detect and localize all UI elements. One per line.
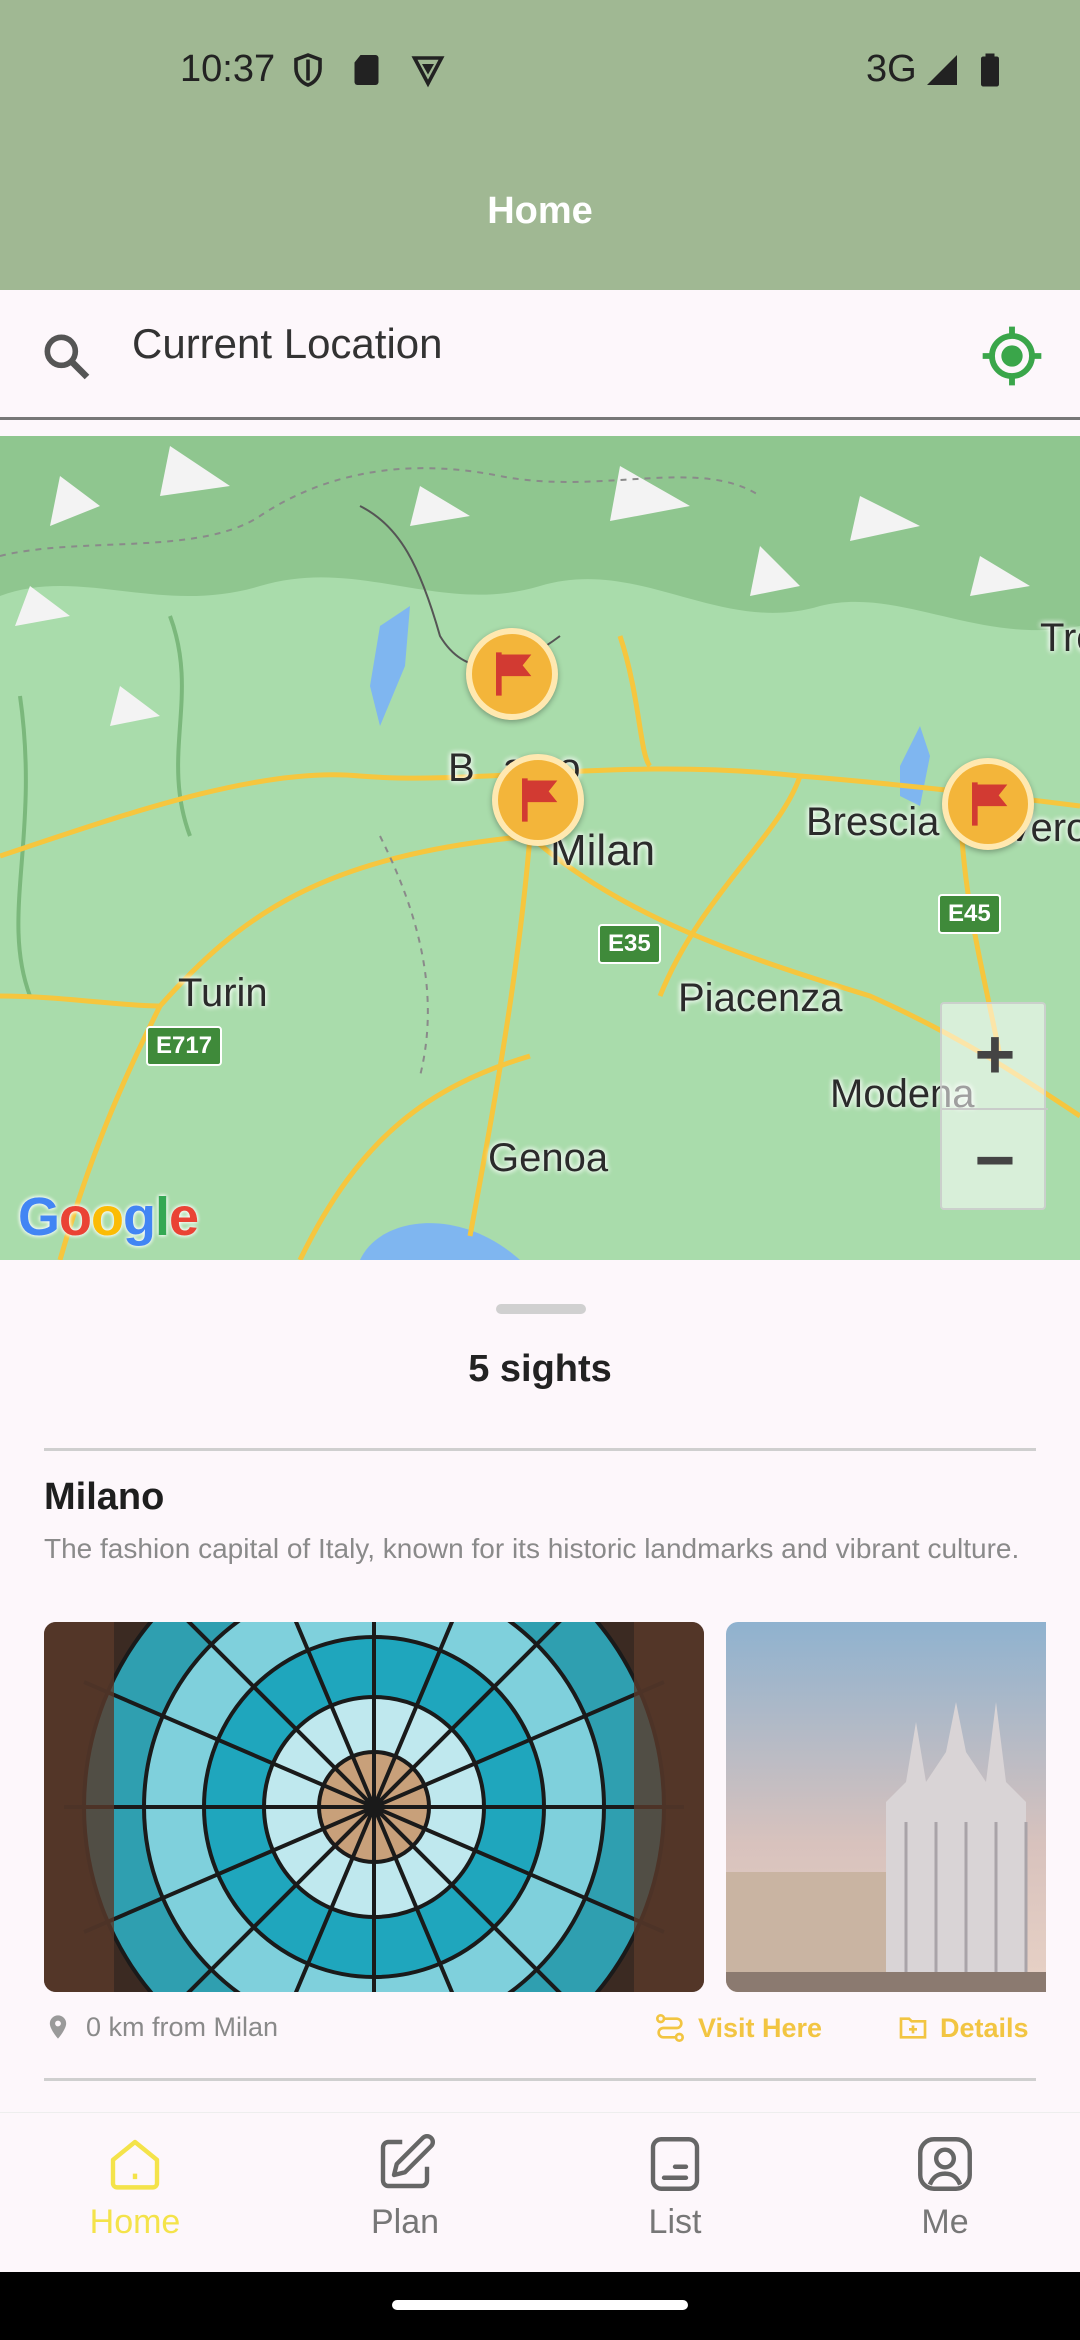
signal-icon: [927, 55, 957, 85]
home-indicator[interactable]: [392, 2300, 688, 2310]
duomo-photo[interactable]: [726, 1622, 1046, 1992]
profile-icon: [918, 2137, 972, 2191]
divider: [44, 2078, 1036, 2081]
sight-description: The fashion capital of Italy, known for …: [44, 1533, 1020, 1564]
sight-pin[interactable]: [942, 758, 1034, 850]
network-type: 3G: [866, 48, 917, 90]
road-badge-e45: E45: [938, 894, 1001, 934]
tab-label: Home: [89, 2203, 181, 2241]
route-icon: [656, 2014, 684, 2042]
visit-here-button[interactable]: Visit Here: [654, 2012, 822, 2044]
map-label-genoa: Genoa: [488, 1136, 609, 1180]
map-label-trento: Tre: [1040, 616, 1080, 660]
tab-list[interactable]: List: [540, 2131, 810, 2271]
sights-count: 5 sights: [468, 1348, 612, 1390]
galleria-dome-photo[interactable]: [44, 1622, 704, 1992]
zoom-out-button[interactable]: −: [942, 1108, 1048, 1212]
sd-card-icon: [354, 55, 379, 85]
list-icon: [650, 2137, 700, 2191]
road-badge-e717: E717: [146, 1026, 223, 1066]
map-label-turin: Turin: [178, 971, 268, 1015]
status-bar: 10:37 3G: [0, 0, 1080, 140]
zoom-controls: + −: [940, 1002, 1048, 1212]
flag-icon: [496, 652, 532, 696]
bottom-navigation: Home Plan List Me: [0, 2112, 1080, 2272]
road-badge-e35: E35: [598, 924, 661, 964]
current-location-label[interactable]: Current Location: [132, 320, 443, 368]
sight-pin[interactable]: [466, 628, 558, 720]
status-time: 10:37: [180, 48, 276, 90]
tab-me[interactable]: Me: [810, 2131, 1080, 2271]
sheet-drag-handle[interactable]: [496, 1304, 586, 1314]
folder-add-icon: [899, 2017, 927, 2039]
home-icon: [110, 2139, 160, 2190]
sight-distance: 0 km from Milan: [44, 2012, 278, 2043]
divider: [44, 1448, 1036, 1451]
tab-label: Plan: [370, 2203, 440, 2241]
vpn-icon: [411, 56, 445, 88]
app-header: 10:37 3G Home: [0, 0, 1080, 290]
map-label-brescia: Brescia: [806, 800, 940, 844]
map-view[interactable]: Bamo Milan Brescia Vero Tre Turin Piacen…: [0, 436, 1080, 1260]
edit-icon: [380, 2134, 435, 2189]
shield-icon: [294, 53, 322, 87]
gesture-bar: [0, 2272, 1080, 2340]
details-button[interactable]: Details: [896, 2012, 1029, 2044]
sight-title: Milano: [44, 1476, 165, 1518]
location-search-bar[interactable]: Current Location: [0, 290, 1080, 420]
battery-icon: [981, 53, 999, 87]
sights-sheet[interactable]: 5 sights Milano The fashion capital of I…: [0, 1260, 1080, 2110]
tab-label: List: [648, 2203, 702, 2241]
tab-plan[interactable]: Plan: [270, 2131, 540, 2271]
tab-home[interactable]: Home: [0, 2131, 270, 2271]
zoom-in-button[interactable]: +: [942, 1004, 1048, 1108]
page-title: Home: [487, 190, 593, 232]
search-icon[interactable]: [38, 328, 94, 384]
map-label-piacenza: Piacenza: [678, 976, 843, 1020]
location-pin-icon: [49, 2015, 67, 2039]
tab-label: Me: [921, 2203, 969, 2241]
flag-icon: [972, 782, 1008, 826]
google-logo: Google: [18, 1187, 199, 1247]
my-location-icon[interactable]: [980, 324, 1044, 388]
sight-pin[interactable]: [492, 754, 584, 846]
flag-icon: [522, 778, 558, 822]
